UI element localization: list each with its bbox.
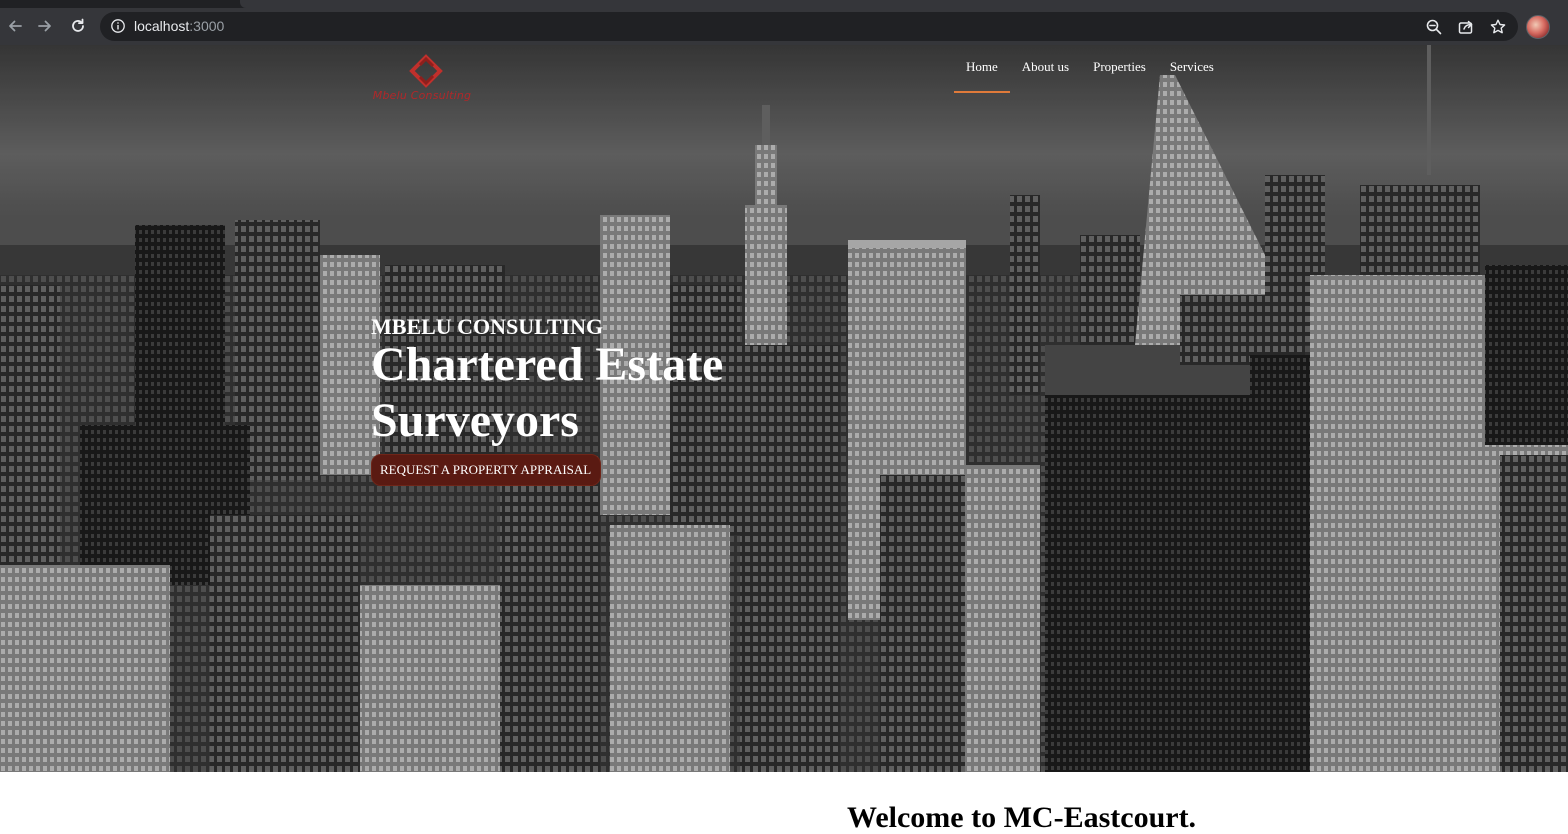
zoom-out-icon[interactable] — [1425, 18, 1443, 36]
logo-mark-icon — [409, 54, 443, 88]
active-tab-edge — [240, 0, 1568, 8]
cta-label: REQUEST A PROPERTY APPRAISAL — [380, 462, 592, 477]
nav-services[interactable]: Services — [1158, 45, 1226, 93]
request-appraisal-button[interactable]: REQUEST A PROPERTY APPRAISAL — [371, 454, 601, 486]
url-text: localhost:3000 — [134, 18, 224, 35]
arrow-left-icon[interactable] — [3, 14, 27, 38]
hero-eyebrow: MBELU CONSULTING — [371, 314, 604, 339]
nav-about-us[interactable]: About us — [1010, 45, 1081, 93]
share-icon[interactable] — [1457, 18, 1475, 36]
nav-properties[interactable]: Properties — [1081, 45, 1158, 93]
arrow-right-icon[interactable] — [33, 14, 57, 38]
browser-toolbar: localhost:3000 — [0, 8, 1568, 45]
logo-text: Mbelu Consulting — [372, 89, 472, 102]
site-logo[interactable]: Mbelu Consulting — [370, 53, 474, 109]
hero-section: Mbelu Consulting Home About us Propertie… — [0, 45, 1568, 772]
browser-tab-strip — [0, 0, 1568, 8]
info-icon[interactable] — [110, 18, 126, 34]
hero-headline: Chartered Estate Surveyors — [371, 338, 724, 447]
hero-text: MBELU CONSULTING Chartered Estate Survey… — [371, 315, 791, 449]
nav-home[interactable]: Home — [954, 45, 1010, 93]
reload-icon[interactable] — [66, 14, 90, 38]
welcome-heading: Welcome to MC-Eastcourt. — [847, 801, 1197, 834]
avatar[interactable] — [1526, 15, 1550, 39]
url-host: localhost — [134, 18, 190, 34]
address-bar[interactable]: localhost:3000 — [100, 12, 1518, 41]
star-icon[interactable] — [1489, 18, 1507, 36]
url-port: :3000 — [189, 18, 225, 34]
main-nav: Home About us Properties Services — [954, 45, 1226, 93]
